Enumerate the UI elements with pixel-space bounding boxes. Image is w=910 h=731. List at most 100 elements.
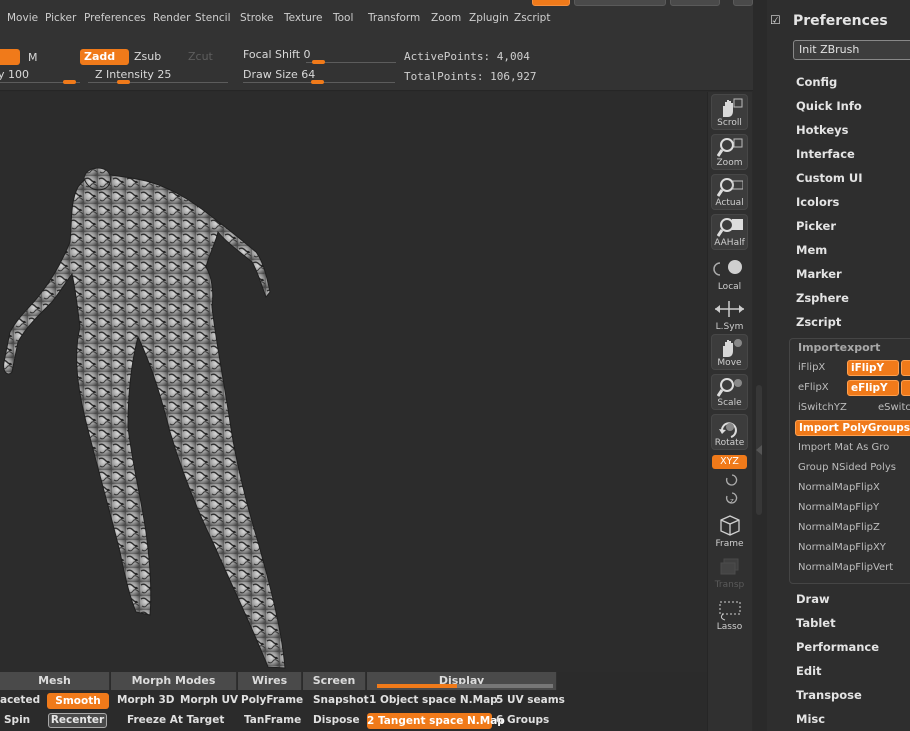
eswitchyz-button[interactable]: eSwitc xyxy=(878,402,910,413)
z-intensity-knob[interactable] xyxy=(117,80,130,84)
object-space-nmap-button[interactable]: 1 Object space N.Map xyxy=(369,694,498,706)
spin-button[interactable]: Spin xyxy=(4,714,30,726)
transp-button[interactable]: Transp xyxy=(711,555,748,591)
top-help-button[interactable] xyxy=(670,0,720,6)
m-toggle[interactable]: M xyxy=(28,51,38,64)
top-orange-button[interactable] xyxy=(532,0,570,6)
focal-shift-knob[interactable] xyxy=(312,60,325,64)
normalmapflipx-button[interactable]: NormalMapFlipX xyxy=(798,482,880,493)
section-custom-ui[interactable]: Custom UI xyxy=(796,171,862,185)
morph3d-button[interactable]: Morph 3D xyxy=(117,694,175,706)
section-performance[interactable]: Performance xyxy=(796,640,879,654)
menu-zoom[interactable]: Zoom xyxy=(431,12,461,24)
actual-button[interactable]: Actual xyxy=(711,174,748,210)
section-picker[interactable]: Picker xyxy=(796,219,836,233)
normalmapflipvert-button[interactable]: NormalMapFlipVert xyxy=(798,562,893,573)
screen-header[interactable]: Screen xyxy=(303,672,366,690)
mesh-header[interactable]: Mesh xyxy=(0,672,110,690)
lasso-label: Lasso xyxy=(716,622,743,632)
freeze-at-target-button[interactable]: Freeze At Target xyxy=(127,714,224,726)
importexport-header[interactable]: Importexport xyxy=(798,341,880,354)
local-button[interactable]: Local xyxy=(711,257,748,293)
import-mat-as-groups-button[interactable]: Import Mat As Gro xyxy=(798,442,889,453)
menu-zplugin[interactable]: Zplugin xyxy=(469,12,509,24)
canvas-viewport[interactable] xyxy=(0,92,707,672)
lsym-button[interactable]: L.Sym xyxy=(711,297,748,333)
section-draw[interactable]: Draw xyxy=(796,592,830,606)
morphuv-button[interactable]: Morph UV xyxy=(180,694,238,706)
menu-stroke[interactable]: Stroke xyxy=(240,12,273,24)
top-small-button[interactable] xyxy=(733,0,753,6)
sculpt-model[interactable] xyxy=(0,92,707,672)
xyz-toggle[interactable]: XYZ xyxy=(712,455,747,469)
section-zsphere[interactable]: Zsphere xyxy=(796,291,849,305)
eflipz-button[interactable] xyxy=(901,380,910,396)
section-edit[interactable]: Edit xyxy=(796,664,822,678)
section-transpose[interactable]: Transpose xyxy=(796,688,862,702)
groups-button[interactable]: 6 Groups xyxy=(496,714,549,726)
aahalf-button[interactable]: AAHalf xyxy=(711,214,748,250)
rgb-intensity-knob[interactable] xyxy=(63,80,76,84)
section-icolors[interactable]: Icolors xyxy=(796,195,839,209)
move-button[interactable]: Move xyxy=(711,334,748,370)
iflipy-button[interactable]: iFlipY xyxy=(847,360,899,376)
menu-render[interactable]: Render xyxy=(153,12,190,24)
lasso-button[interactable]: Lasso xyxy=(711,597,748,633)
collapse-arrow-icon[interactable] xyxy=(755,445,763,455)
menu-transform[interactable]: Transform xyxy=(368,12,420,24)
pin-checkbox-icon[interactable]: ☑ xyxy=(770,13,783,27)
eflipy-button[interactable]: eFlipY xyxy=(847,380,899,396)
rotate-axis-icons[interactable]: z xyxy=(721,472,741,506)
section-interface[interactable]: Interface xyxy=(796,147,855,161)
zcut-button[interactable]: Zcut xyxy=(188,50,213,63)
section-marker[interactable]: Marker xyxy=(796,267,842,281)
morph-modes-header[interactable]: Morph Modes xyxy=(111,672,237,690)
tanframe-button[interactable]: TanFrame xyxy=(244,714,301,726)
top-script-button[interactable] xyxy=(574,0,666,6)
dispose-button[interactable]: Dispose xyxy=(313,714,360,726)
group-nsided-polys-button[interactable]: Group NSided Polys xyxy=(798,462,896,473)
iswitchyz-button[interactable]: iSwitchYZ xyxy=(798,402,847,413)
frame-button[interactable]: Frame xyxy=(711,514,748,550)
zadd-button[interactable]: Zadd xyxy=(80,49,129,65)
scroll-button[interactable]: Scroll xyxy=(711,94,748,130)
rgb-toggle-button[interactable] xyxy=(0,49,20,65)
section-zscript[interactable]: Zscript xyxy=(796,315,841,329)
scale-button[interactable]: Scale xyxy=(711,374,748,410)
iflipz-button[interactable] xyxy=(901,360,910,376)
rotate-button[interactable]: Rotate xyxy=(711,414,748,450)
draw-size-knob[interactable] xyxy=(311,80,324,84)
recenter-button[interactable]: Recenter xyxy=(48,713,107,728)
polyframe-button[interactable]: PolyFrame xyxy=(241,694,303,706)
menu-picker[interactable]: Picker xyxy=(45,12,76,24)
uv-seams-button[interactable]: 5 UV seams xyxy=(496,694,565,706)
section-hotkeys[interactable]: Hotkeys xyxy=(796,123,849,137)
section-quick-info[interactable]: Quick Info xyxy=(796,99,862,113)
faceted-button[interactable]: aceted xyxy=(0,694,40,706)
section-mem[interactable]: Mem xyxy=(796,243,827,257)
init-zbrush-button[interactable]: Init ZBrush xyxy=(793,40,910,60)
normalmapflipy-button[interactable]: NormalMapFlipY xyxy=(798,502,879,513)
menu-texture[interactable]: Texture xyxy=(284,12,322,24)
wires-header[interactable]: Wires xyxy=(238,672,302,690)
menu-zscript[interactable]: Zscript xyxy=(514,12,550,24)
snapshot-button[interactable]: Snapshot xyxy=(313,694,369,706)
eflipx-button[interactable]: eFlipX xyxy=(798,382,829,393)
tangent-space-nmap-button[interactable]: 2 Tangent space N.Map xyxy=(367,713,505,729)
smooth-button[interactable]: Smooth xyxy=(47,693,109,709)
normalmapflipz-button[interactable]: NormalMapFlipZ xyxy=(798,522,880,533)
section-config[interactable]: Config xyxy=(796,75,837,89)
iflipx-button[interactable]: iFlipX xyxy=(798,362,825,373)
panel-splitter[interactable] xyxy=(753,0,767,731)
normalmapflipxy-button[interactable]: NormalMapFlipXY xyxy=(798,542,886,553)
section-tablet[interactable]: Tablet xyxy=(796,616,836,630)
zoom-button[interactable]: Zoom xyxy=(711,134,748,170)
menu-preferences[interactable]: Preferences xyxy=(84,12,146,24)
zsub-button[interactable]: Zsub xyxy=(134,50,161,63)
menu-movie[interactable]: Movie xyxy=(7,12,38,24)
z-intensity-slider[interactable] xyxy=(88,82,228,83)
import-polygroups-button[interactable]: Import PolyGroups xyxy=(795,420,910,436)
menu-stencil[interactable]: Stencil xyxy=(195,12,231,24)
menu-tool[interactable]: Tool xyxy=(333,12,353,24)
section-misc[interactable]: Misc xyxy=(796,712,825,726)
